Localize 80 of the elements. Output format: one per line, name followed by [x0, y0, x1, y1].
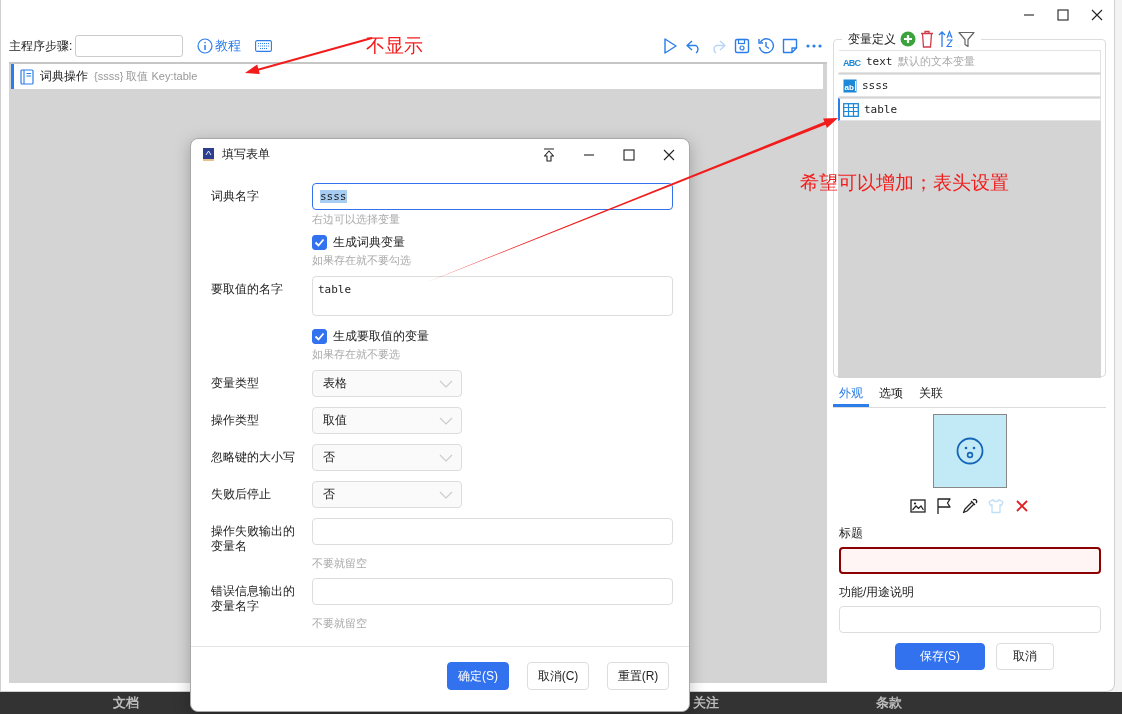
eyedropper-icon[interactable]	[960, 497, 979, 515]
save-icon[interactable]	[733, 37, 751, 55]
tab[interactable]: 选项	[873, 383, 909, 407]
save-button[interactable]: 保存(S)	[895, 643, 985, 670]
input-field[interactable]	[312, 518, 673, 545]
field-label: 失败后停止	[211, 486, 272, 503]
reset-button[interactable]: 重置(R)	[607, 662, 669, 690]
panel-title: 变量定义	[848, 30, 896, 48]
chevron-icon	[439, 490, 453, 499]
add-icon[interactable]	[900, 31, 916, 47]
dropdown[interactable]: 否	[312, 444, 462, 471]
table-icon	[843, 102, 859, 117]
field-label: 忽略键的大小写	[211, 449, 296, 466]
steps-input[interactable]	[75, 35, 184, 57]
tab[interactable]: 外观	[833, 383, 869, 407]
text-field-icon: ab	[843, 78, 857, 93]
title-input[interactable]	[839, 547, 1101, 574]
filter-icon[interactable]	[958, 30, 975, 48]
text-area[interactable]: table	[312, 276, 673, 316]
image-icon[interactable]	[908, 497, 927, 515]
checkbox[interactable]	[312, 235, 327, 250]
variable-name: text	[866, 55, 893, 68]
checkbox[interactable]	[312, 329, 327, 344]
step-detail: {ssss} 取值 Key:table	[94, 69, 198, 84]
check-icon	[314, 237, 325, 248]
chevron-icon	[439, 379, 453, 388]
tutorial-link[interactable]: 教程	[215, 37, 242, 55]
footer-link[interactable]: 条款	[876, 694, 906, 712]
history-icon[interactable]	[757, 37, 775, 55]
hint-text: 不要就留空	[312, 556, 368, 571]
footer-link[interactable]: 关注	[693, 694, 723, 712]
field-label: 错误信息输出的变量名字	[211, 583, 296, 614]
dropdown[interactable]: 表格	[312, 370, 462, 397]
step-title: 词典操作	[40, 68, 88, 85]
annotation-text: 希望可以增加；表头设置	[800, 171, 1009, 195]
cancel-button[interactable]: 取消	[996, 643, 1054, 670]
variable-description: 默认的文本变量	[897, 54, 975, 69]
variable-item[interactable]: ABC text 默认的文本变量	[838, 50, 1101, 73]
input-field[interactable]	[312, 578, 673, 605]
variable-name: table	[864, 103, 898, 116]
trash-icon[interactable]	[920, 30, 934, 48]
hint-text: 不要就留空	[312, 616, 368, 631]
description-input[interactable]	[839, 606, 1101, 633]
checkbox-label[interactable]: 生成要取值的变量	[333, 328, 429, 345]
field-label: 标题	[839, 525, 864, 542]
variable-item[interactable]: ab ssss	[838, 74, 1101, 97]
field-label: 要取值的名字	[211, 281, 284, 298]
dropdown[interactable]: 取值	[312, 407, 462, 434]
dropdown[interactable]: 否	[312, 481, 462, 508]
footer-link[interactable]: 文档	[113, 694, 143, 712]
chevron-icon	[439, 416, 453, 425]
cancel-button[interactable]: 取消(C)	[527, 662, 589, 690]
check-icon	[314, 331, 325, 342]
abc-icon: ABC	[843, 56, 861, 67]
hint-text: 如果存在就不要勾选	[312, 253, 412, 268]
icon-preview[interactable]	[932, 414, 1007, 488]
steps-label: 主程序步骤:	[9, 37, 73, 55]
field-label: 功能/用途说明	[839, 584, 916, 601]
info-icon[interactable]	[197, 38, 214, 54]
field-label: 操作失败输出的变量名	[211, 523, 296, 554]
field-label: 词典名字	[211, 188, 260, 205]
sort-icon[interactable]	[938, 30, 954, 48]
keyboard-icon[interactable]	[255, 40, 273, 52]
flag-icon[interactable]	[934, 497, 953, 515]
tab[interactable]: 关联	[913, 383, 949, 407]
dialog-title: 填写表单	[222, 146, 271, 163]
field-label: 变量类型	[211, 375, 260, 392]
variable-item[interactable]: table	[838, 98, 1101, 121]
variable-name: ssss	[862, 79, 889, 92]
book-icon	[20, 68, 34, 85]
hint-text: 如果存在就不要选	[312, 347, 401, 362]
chevron-icon	[439, 453, 453, 462]
field-label: 操作类型	[211, 412, 260, 429]
hint-text: 右边可以选择变量	[312, 212, 401, 227]
step-row[interactable]: 词典操作 {ssss} 取值 Key:table	[11, 64, 823, 89]
checkbox-label[interactable]: 生成词典变量	[333, 234, 405, 251]
surprised-face-icon	[955, 437, 984, 465]
confirm-button[interactable]: 确定(S)	[447, 662, 509, 690]
note-icon[interactable]	[781, 37, 799, 55]
play-icon[interactable]	[661, 37, 679, 55]
